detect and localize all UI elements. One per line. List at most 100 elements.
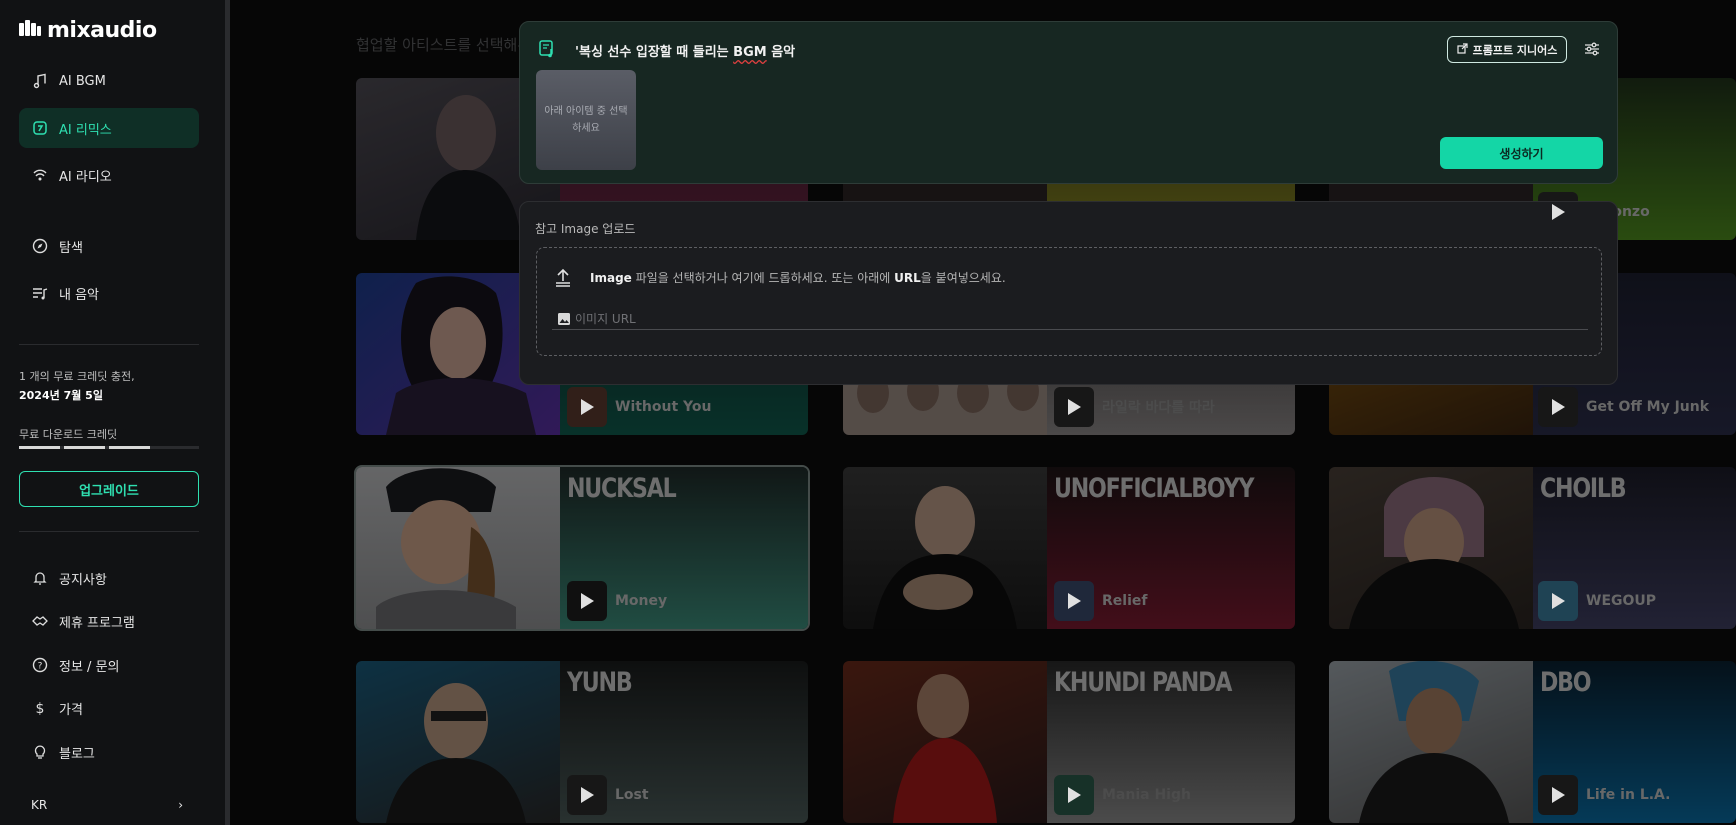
url-row — [552, 308, 1588, 330]
card-info: KHUNDI PANDA Mania High — [1047, 661, 1295, 823]
logo-text: mixaudio — [47, 18, 157, 43]
song-title: Mania High — [1102, 787, 1191, 803]
song-title: WEGOUP — [1586, 593, 1657, 609]
song-title: Life in L.A. — [1586, 787, 1671, 803]
nav-label: AI 라디오 — [59, 169, 112, 185]
drop-bold-image: Image — [590, 271, 632, 285]
song-title: Lost — [615, 787, 649, 803]
upload-icon[interactable] — [554, 267, 572, 291]
artist-name: YUNB — [567, 667, 633, 698]
artist-name: CHOILB — [1540, 473, 1627, 504]
sidebar-scrollbar[interactable] — [225, 0, 230, 825]
artist-card-selected[interactable]: NUCKSAL Money — [354, 465, 810, 631]
bulb-icon — [31, 743, 49, 761]
artist-card[interactable]: DBO Life in L.A. — [1329, 661, 1736, 823]
playlist-icon — [31, 284, 49, 302]
upload-panel: 참고 Image 업로드 Image 파일을 선택하거나 여기에 드롭하세요. … — [519, 201, 1618, 385]
nav-explore[interactable]: 탐색 — [19, 226, 199, 266]
card-song[interactable]: Get Off My Junk — [1538, 387, 1709, 427]
help-icon: ? — [31, 656, 49, 674]
prompt-panel: '복싱 선수 입장할 때 들리는 BGM 음악 프롬프트 지니어스 아래 아이템… — [519, 21, 1618, 184]
language-selector[interactable]: KR › — [31, 798, 183, 812]
play-button[interactable] — [1538, 581, 1578, 621]
prompt-bgm: BGM — [733, 45, 767, 60]
item-select-tile[interactable]: 아래 아이템 중 선택하세요 — [536, 70, 636, 170]
play-button[interactable] — [567, 581, 607, 621]
play-button[interactable] — [1054, 775, 1094, 815]
prompt-genius-button[interactable]: 프롬프트 지니어스 — [1447, 36, 1567, 63]
drop-instructions: Image 파일을 선택하거나 여기에 드롭하세요. 또는 아래에 URL을 붙… — [590, 269, 1006, 286]
nav-my-music[interactable]: 내 음악 — [19, 273, 199, 313]
download-credit-label: 무료 다운로드 크레딧 — [19, 428, 118, 441]
artist-name: DBO — [1540, 667, 1592, 698]
magic-icon — [1456, 42, 1468, 57]
artist-card[interactable]: UNOFFICIALBOYY Relief — [843, 467, 1295, 629]
nav-label: AI 리믹스 — [59, 122, 112, 138]
dollar-icon: $ — [31, 699, 49, 717]
nav-ai-remix[interactable]: AI 리믹스 — [19, 108, 199, 148]
prompt-prefix: '복싱 선수 입장할 때 들리는 — [575, 45, 734, 60]
nav-info[interactable]: ? 정보 / 문의 — [19, 645, 199, 685]
card-song[interactable]: Without You — [567, 387, 712, 427]
card-song[interactable]: Life in L.A. — [1538, 775, 1670, 815]
card-song[interactable]: WEGOUP — [1538, 581, 1656, 621]
nav-ai-radio[interactable]: AI 라디오 — [19, 155, 199, 195]
play-button[interactable] — [567, 775, 607, 815]
image-icon — [557, 311, 571, 330]
nav-blog[interactable]: 블로그 — [19, 732, 199, 772]
nav-pricing[interactable]: $ 가격 — [19, 688, 199, 728]
card-song[interactable]: Money — [567, 581, 667, 621]
image-url-input[interactable] — [575, 311, 1588, 326]
nav-label: 블로그 — [59, 746, 95, 762]
play-button[interactable] — [567, 387, 607, 427]
song-title: Without You — [615, 399, 712, 415]
artist-name: UNOFFICIALBOYY — [1054, 473, 1255, 504]
handshake-icon — [31, 612, 49, 630]
artist-card[interactable]: CHOILB WEGOUP — [1329, 467, 1736, 629]
artist-photo — [843, 467, 1047, 629]
nav-label: 공지사항 — [59, 572, 107, 588]
card-info: CHOILB WEGOUP — [1533, 467, 1736, 629]
play-button[interactable] — [1054, 387, 1094, 427]
play-button[interactable] — [1538, 387, 1578, 427]
nav-label: 제휴 프로그램 — [59, 615, 135, 631]
song-title: Money — [615, 593, 668, 609]
song-title: Get Off My Junk — [1586, 399, 1710, 415]
remix-icon — [31, 119, 49, 137]
nav-affiliate[interactable]: 제휴 프로그램 — [19, 601, 199, 641]
card-info: YUNB Lost — [560, 661, 808, 823]
upgrade-button[interactable]: 업그레이드 — [19, 471, 199, 507]
nav-ai-bgm[interactable]: AI BGM — [19, 61, 199, 101]
card-song[interactable]: Mania High — [1054, 775, 1191, 815]
language-label: KR — [31, 798, 48, 812]
card-song[interactable]: Relief — [1054, 581, 1147, 621]
artist-card[interactable]: KHUNDI PANDA Mania High — [843, 661, 1295, 823]
credit-segment — [19, 446, 60, 449]
artist-photo — [843, 661, 1047, 823]
nav-label: 탐색 — [59, 240, 83, 256]
card-song[interactable]: 라일락 바다를 따라 — [1054, 387, 1215, 427]
nav-label: 내 음악 — [59, 287, 100, 303]
play-button[interactable] — [1538, 775, 1578, 815]
nav-notice[interactable]: 공지사항 — [19, 558, 199, 598]
music-file-icon — [539, 40, 557, 62]
generate-button[interactable]: 생성하기 — [1440, 137, 1603, 169]
bell-icon — [31, 569, 49, 587]
logo-icon — [19, 20, 41, 41]
play-button[interactable] — [1054, 581, 1094, 621]
card-info: DBO Life in L.A. — [1533, 661, 1736, 823]
card-song[interactable]: Lost — [567, 775, 649, 815]
drop-bold-url: URL — [894, 271, 921, 285]
logo[interactable]: mixaudio — [19, 18, 157, 43]
card-info: NUCKSAL Money — [560, 467, 808, 629]
nav-label: 가격 — [59, 702, 83, 718]
prompt-text[interactable]: '복싱 선수 입장할 때 들리는 BGM 음악 — [575, 41, 795, 60]
divider — [19, 531, 199, 532]
sidebar: mixaudio AI BGM AI 리믹스 AI 라디오 탐색 내 음악 1 … — [0, 0, 225, 825]
sliders-icon[interactable] — [1584, 41, 1600, 61]
download-credit-bars — [19, 446, 150, 449]
credit-segment — [109, 446, 150, 449]
artist-card[interactable]: YUNB Lost — [356, 661, 808, 823]
image-dropzone[interactable]: Image 파일을 선택하거나 여기에 드롭하세요. 또는 아래에 URL을 붙… — [536, 247, 1602, 356]
credit-date: 2024년 7월 5일 — [19, 389, 103, 402]
